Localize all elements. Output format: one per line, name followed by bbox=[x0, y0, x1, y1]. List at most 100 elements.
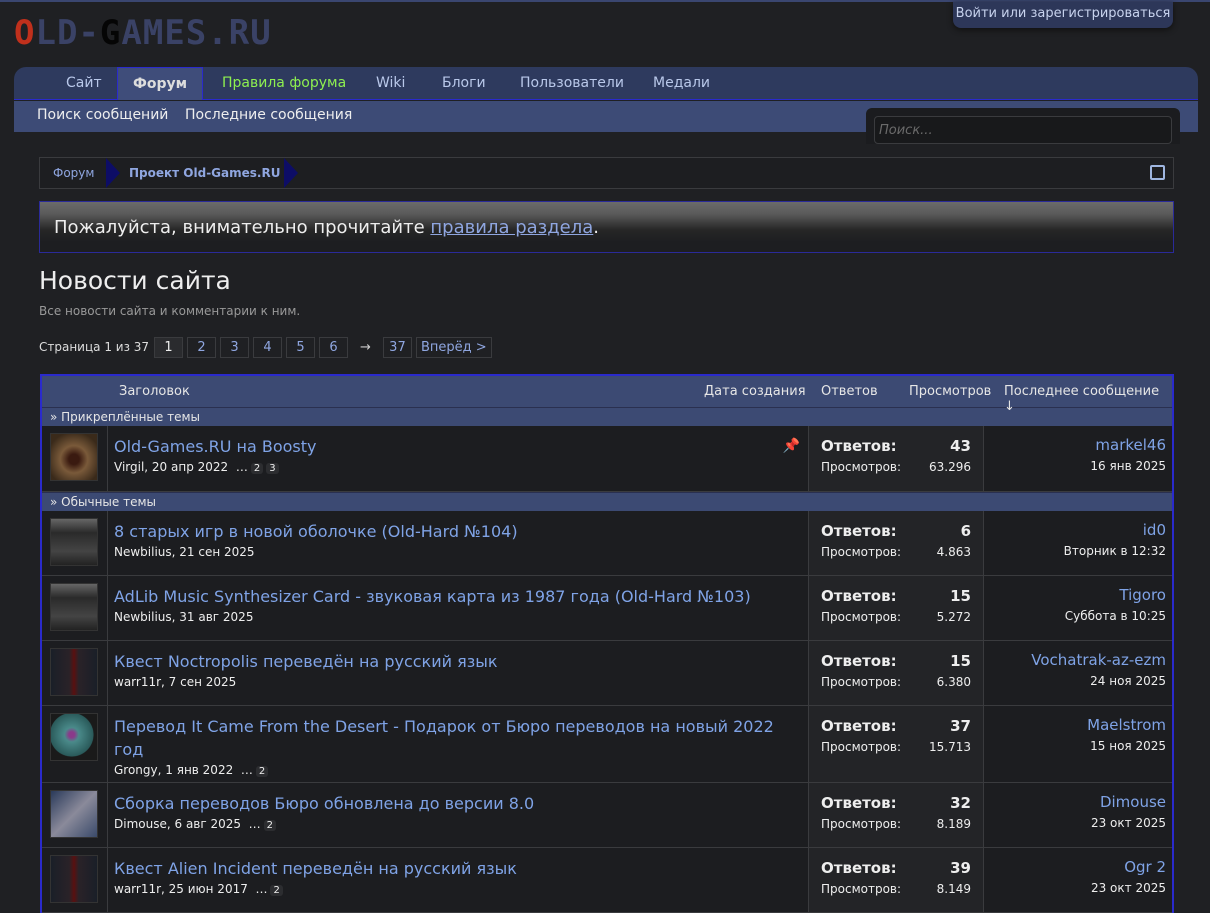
thread-title[interactable]: Квест Alien Incident переведён на русски… bbox=[114, 857, 802, 880]
page-6[interactable]: 6 bbox=[319, 336, 349, 358]
last-post-user[interactable]: Dimouse bbox=[990, 793, 1166, 811]
last-post-user[interactable]: Tigoro bbox=[990, 586, 1166, 604]
next-page-button[interactable]: Вперёд > bbox=[415, 336, 492, 358]
replies-label: Ответов: bbox=[821, 859, 897, 877]
avatar[interactable] bbox=[50, 433, 98, 481]
thread-meta: Dimouse, 6 авг 2025 … 2 bbox=[114, 817, 802, 831]
thread-author[interactable]: warr11r bbox=[114, 675, 161, 689]
last-post-date[interactable]: Суббота в 10:25 bbox=[990, 609, 1166, 623]
thread-main: Old-Games.RU на Boosty Virgil, 20 апр 20… bbox=[108, 426, 808, 491]
thread-author[interactable]: Virgil bbox=[114, 460, 144, 474]
tab-wiki[interactable]: Wiki bbox=[376, 67, 405, 100]
page-1[interactable]: 1 bbox=[154, 336, 184, 358]
replies-count: 6 bbox=[960, 522, 971, 540]
last-post-date[interactable]: 23 окт 2025 bbox=[990, 881, 1166, 895]
page-4[interactable]: 4 bbox=[253, 336, 283, 358]
recent-messages-link[interactable]: Последние сообщения bbox=[185, 107, 352, 123]
thread-stats: Ответов: 43 Просмотров: 63.296 bbox=[808, 426, 984, 491]
last-post-user[interactable]: Maelstrom bbox=[990, 716, 1166, 734]
page-5[interactable]: 5 bbox=[286, 336, 316, 358]
thread-title[interactable]: AdLib Music Synthesizer Card - звуковая … bbox=[114, 585, 802, 608]
views-count: 8.189 bbox=[936, 817, 971, 831]
breadcrumb-forum[interactable]: Форум bbox=[53, 166, 94, 180]
replies-count: 39 bbox=[950, 859, 971, 877]
last-post-user[interactable]: Ogr 2 bbox=[990, 858, 1166, 876]
thread-author[interactable]: warr11r bbox=[114, 882, 161, 896]
avatar[interactable] bbox=[50, 790, 98, 838]
page-last[interactable]: 37 bbox=[382, 336, 412, 358]
last-post-user[interactable]: Vochatrak-az-ezm bbox=[990, 651, 1166, 669]
thread-page-link[interactable]: 2 bbox=[250, 463, 264, 474]
thread-title[interactable]: Перевод It Came From the Desert - Подаро… bbox=[114, 715, 802, 761]
tab-rules[interactable]: Правила форума bbox=[222, 67, 346, 100]
tab-users[interactable]: Пользователи bbox=[520, 67, 624, 100]
page-3[interactable]: 3 bbox=[220, 336, 250, 358]
last-post-date[interactable]: 23 окт 2025 bbox=[990, 816, 1166, 830]
thread-title[interactable]: Квест Noctropolis переведён на русский я… bbox=[114, 650, 802, 673]
col-views[interactable]: Просмотров bbox=[909, 384, 991, 399]
thread-meta: Virgil, 20 апр 2022 … 2 3 bbox=[114, 460, 802, 474]
pin-icon: 📌 bbox=[782, 438, 800, 454]
thread-stats: Ответов: 39 Просмотров: 8.149 bbox=[808, 848, 984, 912]
tab-blogs[interactable]: Блоги bbox=[442, 67, 486, 100]
thread-meta: warr11r, 25 июн 2017 … 2 bbox=[114, 882, 802, 896]
last-post-user[interactable]: markel46 bbox=[990, 436, 1166, 454]
table-row: Перевод It Came From the Desert - Подаро… bbox=[42, 706, 1172, 783]
col-replies[interactable]: Ответов bbox=[821, 384, 878, 399]
thread-page-link[interactable]: 2 bbox=[270, 885, 283, 896]
thread-author[interactable]: Newbilius bbox=[114, 610, 172, 624]
thread-date: , 6 авг 2025 bbox=[166, 817, 242, 831]
thread-author[interactable]: Newbilius bbox=[114, 545, 172, 559]
thread-page-link[interactable]: 3 bbox=[266, 463, 279, 474]
thread-stats: Ответов: 37 Просмотров: 15.713 bbox=[808, 706, 984, 782]
replies-count: 15 bbox=[950, 587, 971, 605]
arrow-icon: → bbox=[360, 339, 371, 355]
avatar[interactable] bbox=[50, 713, 98, 761]
breadcrumb-arrow-icon bbox=[106, 158, 120, 188]
main-nav: Сайт Форум Правила форума Wiki Блоги Пол… bbox=[14, 67, 1198, 100]
login-register-button[interactable]: Войти или зарегистрироваться bbox=[953, 2, 1173, 28]
search-messages-link[interactable]: Поиск сообщений bbox=[37, 107, 168, 123]
avatar[interactable] bbox=[50, 855, 98, 903]
thread-author[interactable]: Grongy bbox=[114, 763, 158, 777]
col-last-post[interactable]: Последнее сообщение ↓ bbox=[1004, 384, 1172, 414]
avatar-cell bbox=[42, 706, 108, 782]
last-post-date[interactable]: 24 ноя 2025 bbox=[990, 674, 1166, 688]
thread-date: , 20 апр 2022 bbox=[144, 460, 229, 474]
views-count: 15.713 bbox=[929, 740, 971, 754]
last-post: Dimouse 23 окт 2025 bbox=[984, 783, 1172, 847]
tab-medals[interactable]: Медали bbox=[653, 67, 710, 100]
tab-forum[interactable]: Форум bbox=[117, 67, 203, 100]
avatar[interactable] bbox=[50, 518, 98, 566]
col-title[interactable]: Заголовок bbox=[119, 384, 190, 399]
page-2[interactable]: 2 bbox=[187, 336, 217, 358]
thread-author[interactable]: Dimouse bbox=[114, 817, 167, 831]
search-panel bbox=[866, 108, 1180, 144]
last-post-user[interactable]: id0 bbox=[990, 521, 1166, 539]
last-post-date[interactable]: Вторник в 12:32 bbox=[990, 544, 1166, 558]
thread-title[interactable]: 8 старых игр в новой оболочке (Old-Hard … bbox=[114, 520, 802, 543]
breadcrumb-arrow-icon bbox=[284, 158, 298, 188]
breadcrumb-project[interactable]: Проект Old-Games.RU bbox=[129, 166, 280, 180]
views-label: Просмотров: bbox=[821, 675, 902, 689]
section-rules-link[interactable]: правила раздела bbox=[430, 217, 593, 238]
thread-title[interactable]: Сборка переводов Бюро обновлена до верси… bbox=[114, 792, 802, 815]
last-post-date[interactable]: 16 янв 2025 bbox=[990, 459, 1166, 473]
thread-meta: Grongy, 1 янв 2022 … 2 bbox=[114, 763, 802, 777]
col-created[interactable]: Дата создания bbox=[704, 384, 806, 399]
avatar[interactable] bbox=[50, 648, 98, 696]
replies-label: Ответов: bbox=[821, 717, 897, 735]
thread-meta: Newbilius, 31 авг 2025 bbox=[114, 610, 802, 624]
avatar[interactable] bbox=[50, 583, 98, 631]
thread-page-link[interactable]: 2 bbox=[255, 766, 269, 777]
thread-title[interactable]: Old-Games.RU на Boosty bbox=[114, 435, 802, 458]
site-logo[interactable]: OLD-GAMES.RU bbox=[14, 16, 272, 50]
views-label: Просмотров: bbox=[821, 610, 902, 624]
thread-page-link[interactable]: 2 bbox=[263, 820, 277, 831]
views-count: 4.863 bbox=[936, 545, 971, 559]
popout-icon[interactable] bbox=[1150, 165, 1165, 180]
tab-site[interactable]: Сайт bbox=[66, 67, 102, 100]
thread-date: , 21 сен 2025 bbox=[171, 545, 255, 559]
last-post-date[interactable]: 15 ноя 2025 bbox=[990, 739, 1166, 753]
search-input[interactable] bbox=[874, 116, 1172, 144]
